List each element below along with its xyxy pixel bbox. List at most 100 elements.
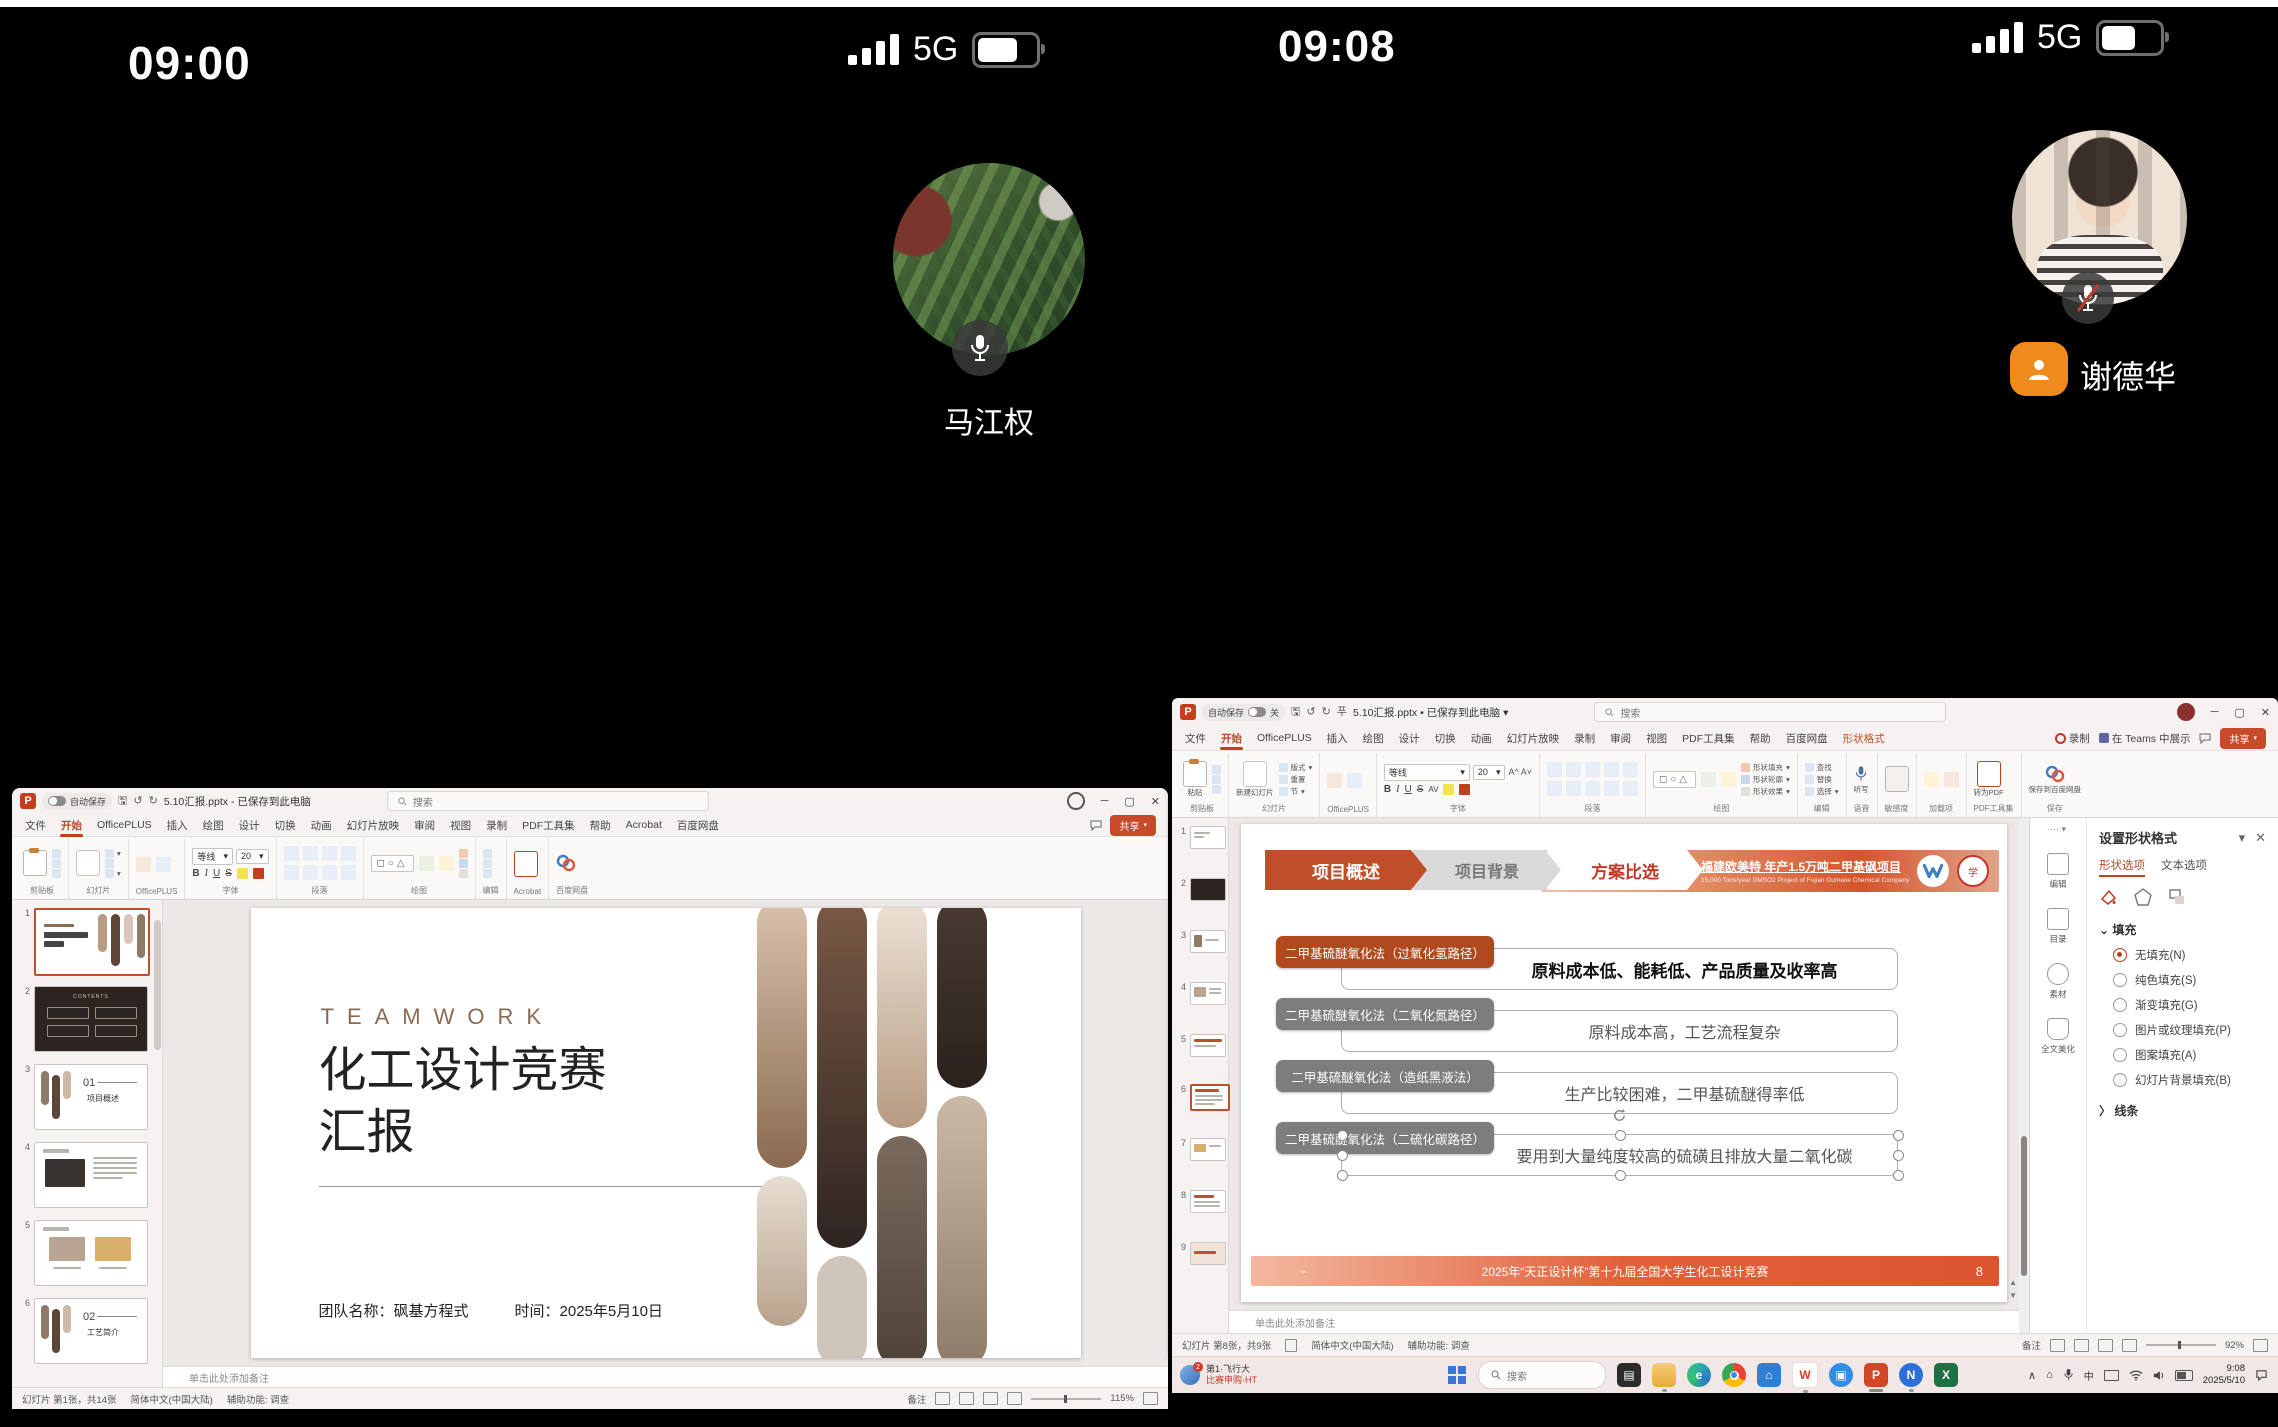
font-color-button[interactable] <box>253 868 264 879</box>
ribbon-button-icon[interactable] <box>1327 773 1342 788</box>
tab-view[interactable]: 视图 <box>1645 727 1668 750</box>
fit-window-icon[interactable] <box>1143 1392 1158 1405</box>
italic-button[interactable]: I <box>1396 784 1399 795</box>
slide-thumbnail[interactable]: 5 <box>20 1220 148 1286</box>
pane-close-icon[interactable]: ✕ <box>2255 830 2266 846</box>
store-icon[interactable]: ⌂ <box>1757 1363 1781 1387</box>
align-center-button[interactable] <box>1566 781 1581 796</box>
align-right-button[interactable] <box>1585 781 1600 796</box>
tray-mic-icon[interactable] <box>2063 1368 2074 1382</box>
align-right-button[interactable] <box>322 865 337 880</box>
tab-pdf-tools[interactable]: PDF工具集 <box>521 814 576 837</box>
undo-icon[interactable]: ↺ <box>1306 707 1315 718</box>
method-label-box[interactable]: 二甲基硫醚氧化法（造纸黑液法） <box>1276 1060 1494 1092</box>
comment-icon[interactable] <box>1090 820 1102 831</box>
right-slide-canvas[interactable]: 福建欧美特 年产1.5万吨二甲基砜项目 15,000 Tons/year DMS… <box>1229 818 2019 1310</box>
tab-design[interactable]: 设计 <box>1398 727 1421 750</box>
highlight-color-button[interactable] <box>237 868 248 879</box>
to-pdf-button[interactable]: 转为PDF <box>1974 761 2004 798</box>
language-label[interactable]: 简体中文(中国大陆) <box>1311 1338 1393 1352</box>
numbering-button[interactable] <box>1566 762 1581 777</box>
fill-option-pattern[interactable]: 图案填充(A) <box>2113 1047 2266 1063</box>
user-avatar[interactable] <box>2177 703 2195 721</box>
start-button[interactable] <box>1447 1365 1467 1385</box>
volume-icon[interactable] <box>2153 1370 2165 1381</box>
fill-option-gradient[interactable]: 渐变填充(G) <box>2113 997 2266 1013</box>
indent-button[interactable] <box>322 846 337 861</box>
align-left-button[interactable] <box>1547 781 1562 796</box>
tray-house-icon[interactable]: ⌂ <box>2046 1369 2053 1381</box>
slide-thumbnail[interactable]: 5 <box>1176 1034 1226 1057</box>
method-label-box[interactable]: 二甲基硫醚氧化法（过氧化氢路径） <box>1276 936 1494 968</box>
arrange-button[interactable] <box>419 856 434 871</box>
tab-baidu-pan[interactable]: 百度网盘 <box>1785 727 1829 750</box>
tab-text-options[interactable]: 文本选项 <box>2161 857 2207 877</box>
baidu-pan-button[interactable] <box>556 853 576 873</box>
columns-button[interactable] <box>341 865 356 880</box>
tab-record[interactable]: 录制 <box>485 814 508 837</box>
accessibility-label[interactable]: 辅助功能: 调查 <box>1408 1338 1470 1352</box>
tab-file[interactable]: 文件 <box>24 814 47 837</box>
quick-styles-button[interactable] <box>1721 772 1736 787</box>
pane-collapse-icon[interactable]: ▾ <box>2239 830 2246 846</box>
align-center-button[interactable] <box>303 865 318 880</box>
fill-option-solid[interactable]: 纯色填充(S) <box>2113 972 2266 988</box>
sidebar-item-beautify[interactable]: 全文美化 <box>2041 1018 2075 1055</box>
slide-sorter-icon[interactable] <box>959 1392 974 1405</box>
tab-review[interactable]: 审阅 <box>1609 727 1632 750</box>
normal-view-icon[interactable] <box>935 1392 950 1405</box>
font-size-select[interactable]: 20▾ <box>236 849 269 864</box>
slide-thumbnail[interactable]: 4 <box>1176 982 1226 1005</box>
redo-icon[interactable]: ↻ <box>1322 707 1331 718</box>
tab-transitions[interactable]: 切换 <box>274 814 297 837</box>
tray-expand-icon[interactable]: ∧ <box>2028 1369 2036 1382</box>
tab-view[interactable]: 视图 <box>449 814 472 837</box>
tab-design[interactable]: 设计 <box>238 814 261 837</box>
file-explorer-icon[interactable] <box>1652 1363 1676 1387</box>
dictate-button[interactable]: 听写 <box>1854 764 1869 795</box>
search-input[interactable]: 搜索 <box>387 791 709 811</box>
tab-insert[interactable]: 插入 <box>1326 727 1349 750</box>
normal-view-icon[interactable] <box>2050 1339 2065 1352</box>
tab-animations[interactable]: 动画 <box>1470 727 1493 750</box>
tab-transitions[interactable]: 切换 <box>1434 727 1457 750</box>
powerpoint-icon[interactable]: P <box>1864 1363 1888 1387</box>
resize-handle[interactable] <box>1893 1130 1904 1141</box>
shapes-gallery[interactable]: ◻○△ <box>371 855 414 872</box>
maximize-button[interactable]: ▢ <box>2234 706 2244 719</box>
tab-home[interactable]: 开始 <box>1220 727 1243 750</box>
bold-button[interactable]: B <box>192 868 199 879</box>
ribbon-button-icon[interactable] <box>136 857 151 872</box>
sensitivity-button[interactable] <box>1885 766 1909 792</box>
slide-scrollbar[interactable] <box>2019 818 2029 1333</box>
acrobat-button[interactable] <box>514 851 538 877</box>
save-icon[interactable]: 🖫 <box>118 796 127 807</box>
excel-icon[interactable]: X <box>1934 1363 1958 1387</box>
language-label[interactable]: 简体中文(中国大陆) <box>131 1392 213 1406</box>
onenote-icon[interactable]: N <box>1899 1363 1923 1387</box>
notes-toggle[interactable]: 备注 <box>907 1392 926 1406</box>
spacing-button[interactable] <box>1604 762 1619 777</box>
slideshow-icon[interactable] <box>2122 1339 2137 1352</box>
wps-icon[interactable]: W <box>1792 1362 1818 1388</box>
slide-nav-arrows[interactable]: ▲▼ <box>2009 1278 2017 1300</box>
left-current-slide[interactable]: TEAMWORK 化工设计竞赛 汇报 → 团队名称：砜基方程式 时间：2025年… <box>251 908 1081 1358</box>
account-icon[interactable] <box>1067 792 1085 810</box>
fit-window-icon[interactable] <box>2253 1339 2268 1352</box>
slide-thumbnail[interactable]: 2 <box>1176 878 1226 901</box>
slide-thumbnail[interactable]: 6 02 工艺简介 <box>20 1298 148 1364</box>
ribbon-button-icon[interactable] <box>1347 773 1362 788</box>
slideshow-icon[interactable] <box>1007 1392 1022 1405</box>
ribbon-button-icon[interactable] <box>1924 772 1939 787</box>
chrome-icon[interactable] <box>1722 1363 1746 1387</box>
zoom-level[interactable]: 115% <box>1110 1393 1134 1404</box>
resize-handle[interactable] <box>1615 1170 1626 1181</box>
close-button[interactable]: ✕ <box>2261 706 2270 719</box>
fill-option-background[interactable]: 幻灯片背景填充(B) <box>2113 1072 2266 1088</box>
tab-insert[interactable]: 插入 <box>166 814 189 837</box>
search-input[interactable]: 搜索 <box>1594 702 1946 722</box>
task-view-icon[interactable]: ▤ <box>1617 1363 1641 1387</box>
zoom-level[interactable]: 92% <box>2225 1340 2244 1351</box>
maximize-button[interactable]: ▢ <box>1124 795 1134 808</box>
quick-styles-button[interactable] <box>439 856 454 871</box>
